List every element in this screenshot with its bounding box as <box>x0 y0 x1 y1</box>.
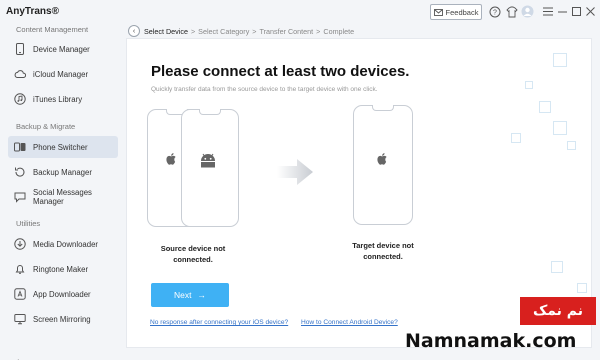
watermark-site: Namnamak.com <box>405 330 577 352</box>
apple-icon <box>376 151 390 167</box>
breadcrumb-step-select-device: Select Device <box>144 26 188 36</box>
breadcrumb-separator: > <box>252 26 257 36</box>
target-status-line1: Target device not <box>352 241 414 250</box>
sidebar-item-phone-switcher[interactable]: Phone Switcher <box>8 136 118 158</box>
mail-icon <box>433 8 443 16</box>
minimize-icon[interactable] <box>556 5 569 18</box>
page-subtitle: Quickly transfer data from the source de… <box>151 86 378 93</box>
cloud-icon <box>14 68 26 80</box>
breadcrumb-step-complete: Complete <box>323 26 355 36</box>
sidebar-item-social-messages-manager[interactable]: Social Messages Manager <box>8 186 118 208</box>
source-status-line2: connected. <box>173 255 213 265</box>
decorative-square <box>551 261 563 273</box>
sidebar-item-label: Media Downloader <box>33 239 99 249</box>
sidebar-item-label: Ringtone Maker <box>33 264 89 274</box>
section-label-backup-migrate: Backup & Migrate <box>16 122 76 131</box>
decorative-square <box>539 101 551 113</box>
music-icon <box>14 93 26 105</box>
sidebar-item-label: iTunes Library <box>33 94 83 104</box>
decorative-square <box>567 141 576 150</box>
section-label-utilities: Utilities <box>16 219 41 228</box>
ios-no-response-link[interactable]: No response after connecting your iOS de… <box>150 319 288 326</box>
arrow-right-icon: → <box>197 290 206 300</box>
chat-icon <box>14 191 26 203</box>
sidebar-item-label: Device Manager <box>33 44 90 54</box>
decorative-square <box>553 53 567 67</box>
breadcrumb: ‹ Select Device > Select Category > Tran… <box>128 24 354 38</box>
page-title: Please connect at least two devices. <box>151 63 410 80</box>
sidebar-item-app-downloader[interactable]: App Downloader <box>8 283 118 305</box>
phone-icon <box>14 43 26 55</box>
breadcrumb-step-transfer-content: Transfer Content <box>259 26 314 36</box>
sidebar-item-label: Backup Manager <box>33 167 92 177</box>
collapse-sidebar-icon[interactable]: ‹ <box>16 356 19 360</box>
menu-icon[interactable] <box>541 5 554 18</box>
decorative-square <box>511 133 521 143</box>
sidebar-item-label: Phone Switcher <box>33 142 88 152</box>
target-status-text: Target device not connected. <box>337 240 429 263</box>
sidebar-item-label: Social Messages Manager <box>33 188 92 206</box>
next-button-label: Next <box>174 290 192 300</box>
svg-text:?: ? <box>493 9 497 16</box>
breadcrumb-step-select-category: Select Category <box>198 26 250 36</box>
sidebar-item-backup-manager[interactable]: Backup Manager <box>8 161 118 183</box>
sidebar-item-itunes-library[interactable]: iTunes Library <box>8 88 118 110</box>
back-button[interactable]: ‹ <box>128 25 140 37</box>
app-title: AnyTrans® <box>6 6 59 17</box>
watermark-badge: نم نمک <box>520 297 596 325</box>
sidebar-item-label: App Downloader <box>33 289 91 299</box>
maximize-icon[interactable] <box>570 5 583 18</box>
switch-icon <box>14 141 26 153</box>
feedback-label: Feedback <box>445 7 479 17</box>
feedback-button[interactable]: Feedback <box>430 4 482 20</box>
target-status-line2: connected. <box>363 252 403 262</box>
mirror-icon <box>14 313 26 325</box>
sidebar-item-device-manager[interactable]: Device Manager <box>8 38 118 60</box>
sidebar-item-screen-mirroring[interactable]: Screen Mirroring <box>8 308 118 330</box>
android-connect-link[interactable]: How to Connect Android Device? <box>301 319 398 326</box>
source-status-text: Source device not connected. <box>147 243 239 266</box>
apple-icon <box>165 151 179 167</box>
sidebar-item-icloud-manager[interactable]: iCloud Manager <box>8 63 118 85</box>
download-icon <box>14 238 26 250</box>
title-bar: AnyTrans® Feedback ? <box>0 0 600 24</box>
backup-icon <box>14 166 26 178</box>
shirt-icon[interactable] <box>505 5 518 18</box>
bell-icon <box>14 263 26 275</box>
sidebar-item-label: iCloud Manager <box>33 69 89 79</box>
sidebar-item-ringtone-maker[interactable]: Ringtone Maker <box>8 258 118 280</box>
next-button[interactable]: Next → <box>151 283 229 307</box>
avatar-icon[interactable] <box>521 5 534 18</box>
decorative-square <box>577 283 587 293</box>
transfer-arrow-icon <box>277 159 313 190</box>
sidebar: Content Management Device Manager iCloud… <box>0 22 122 360</box>
app-icon <box>14 288 26 300</box>
question-icon[interactable]: ? <box>488 5 501 18</box>
breadcrumb-separator: > <box>316 26 321 36</box>
sidebar-item-label: Screen Mirroring <box>33 314 91 324</box>
source-status-line1: Source device not <box>160 244 226 253</box>
breadcrumb-separator: > <box>190 26 196 36</box>
android-icon <box>197 151 219 169</box>
decorative-square <box>553 121 567 135</box>
close-icon[interactable] <box>584 5 597 18</box>
section-label-content-management: Content Management <box>16 25 89 34</box>
sidebar-item-media-downloader[interactable]: Media Downloader <box>8 233 118 255</box>
decorative-square <box>525 81 533 89</box>
